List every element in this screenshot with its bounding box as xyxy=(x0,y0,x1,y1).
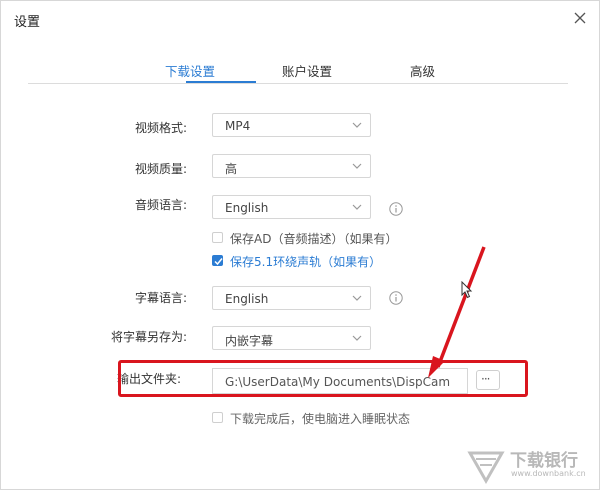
video-quality-value: 高 xyxy=(225,162,238,176)
subtitle-language-select[interactable]: English xyxy=(212,286,371,310)
keep-51-checkbox[interactable] xyxy=(212,255,223,266)
sleep-after-label: 下载完成后，使电脑进入睡眠状态 xyxy=(230,412,411,426)
audio-language-label: 音频语言: xyxy=(134,198,187,212)
chevron-down-icon xyxy=(352,163,362,169)
annotation-highlight-box xyxy=(118,360,528,397)
tab-download-settings[interactable]: 下载设置 xyxy=(165,61,215,80)
checkmark-icon xyxy=(214,258,223,266)
audio-language-select[interactable]: English xyxy=(212,195,371,219)
save-subtitle-value: 内嵌字幕 xyxy=(225,334,274,348)
chevron-down-icon xyxy=(352,335,362,341)
watermark-logo-icon xyxy=(467,451,505,485)
settings-dialog: 设置 下载设置 账户设置 高级 视频格式: MP4 视频质量: 高 音频语言: … xyxy=(0,0,600,490)
tab-account-settings[interactable]: 账户设置 xyxy=(282,61,332,80)
sleep-after-checkbox[interactable] xyxy=(212,412,223,423)
watermark-subtext: www.downbank.cn xyxy=(511,469,586,478)
watermark-text: 下载银行 xyxy=(510,451,578,471)
video-format-label: 视频格式: xyxy=(134,121,187,135)
keep-51-label: 保存5.1环绕声轨（如果有） xyxy=(230,255,382,269)
title-bar: 设置 xyxy=(1,1,599,37)
save-subtitle-select[interactable]: 内嵌字幕 xyxy=(212,326,371,350)
close-icon[interactable] xyxy=(573,11,587,25)
audio-language-value: English xyxy=(225,201,269,215)
subtitle-language-value: English xyxy=(225,292,269,306)
subtitle-language-label: 字幕语言: xyxy=(134,291,187,305)
window-title: 设置 xyxy=(14,15,41,30)
save-subtitle-label: 将字幕另存为: xyxy=(110,330,187,344)
keep-ad-label: 保存AD（音频描述）（如果有） xyxy=(230,232,398,246)
keep-ad-checkbox[interactable] xyxy=(212,232,223,243)
mouse-cursor-icon xyxy=(461,281,473,299)
tab-advanced[interactable]: 高级 xyxy=(410,61,435,80)
video-quality-label: 视频质量: xyxy=(134,162,187,176)
chevron-down-icon xyxy=(352,204,362,210)
video-format-value: MP4 xyxy=(225,119,251,133)
info-icon[interactable] xyxy=(389,202,403,216)
video-quality-select[interactable]: 高 xyxy=(212,154,371,178)
chevron-down-icon xyxy=(352,295,362,301)
info-icon[interactable] xyxy=(389,291,403,305)
video-format-select[interactable]: MP4 xyxy=(212,113,371,137)
tab-bar: 下载设置 账户设置 高级 xyxy=(28,53,568,84)
active-tab-indicator xyxy=(186,81,256,83)
chevron-down-icon xyxy=(352,122,362,128)
